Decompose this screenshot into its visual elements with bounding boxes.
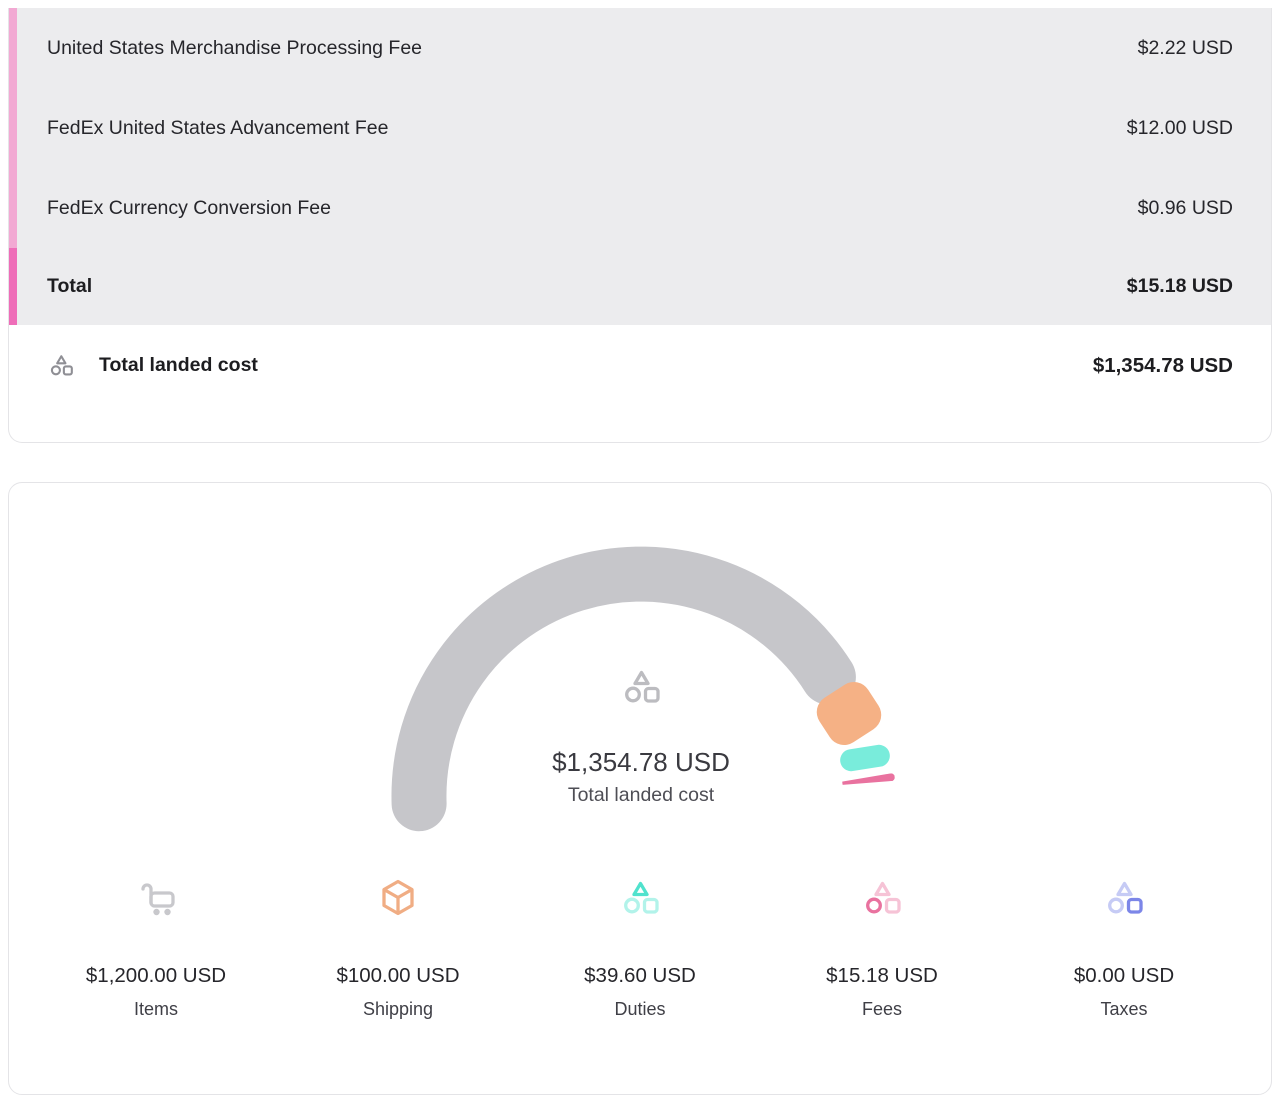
legend-item-items: $1,200.00 USD Items [35, 876, 277, 1022]
fee-total-value: $15.18 USD [1127, 275, 1233, 298]
legend-label: Duties [614, 996, 665, 1022]
fee-breakdown-card: United States Merchandise Processing Fee… [8, 8, 1272, 443]
fee-total-label: Total [47, 275, 92, 298]
legend-value: $1,200.00 USD [86, 962, 226, 990]
shapes-circle-icon [860, 876, 904, 920]
shapes-square-icon [1102, 876, 1146, 920]
legend-item-fees: $15.18 USD Fees [761, 876, 1003, 1022]
fee-total-row: Total $15.18 USD [9, 248, 1271, 325]
cart-icon [134, 876, 178, 920]
gauge-chart: $1,354.78 USD Total landed cost [9, 483, 1273, 863]
fee-accent-bar-strong [9, 248, 17, 325]
total-landed-cost-row: Total landed cost $1,354.78 USD [9, 325, 1271, 442]
fee-accent-bar-light [9, 8, 17, 248]
page: United States Merchandise Processing Fee… [0, 0, 1280, 1106]
total-landed-cost-value: $1,354.78 USD [1093, 350, 1233, 381]
legend-item-shipping: $100.00 USD Shipping [277, 876, 519, 1022]
fee-value: $0.96 USD [1138, 197, 1233, 220]
legend-value: $100.00 USD [336, 962, 459, 990]
fee-label: FedEx Currency Conversion Fee [47, 197, 331, 220]
fee-label: United States Merchandise Processing Fee [47, 37, 422, 60]
gauge-center-label: Total landed cost [9, 783, 1273, 807]
fee-value: $2.22 USD [1138, 37, 1233, 60]
legend-value: $39.60 USD [584, 962, 696, 990]
gauge-legend: $1,200.00 USD Items $100.00 USD Shipping [35, 876, 1245, 1022]
legend-item-duties: $39.60 USD Duties [519, 876, 761, 1022]
shapes-triangle-icon [618, 876, 662, 920]
legend-label: Fees [862, 996, 902, 1022]
gauge-center-value: $1,354.78 USD [9, 747, 1273, 777]
fee-table: United States Merchandise Processing Fee… [9, 8, 1271, 325]
fee-value: $12.00 USD [1127, 117, 1233, 140]
legend-label: Taxes [1100, 996, 1147, 1022]
landed-cost-shapes-icon [619, 665, 663, 709]
table-row: United States Merchandise Processing Fee… [9, 8, 1271, 88]
fee-label: FedEx United States Advancement Fee [47, 117, 388, 140]
landed-cost-chart-card: $1,354.78 USD Total landed cost $1,200.0… [8, 482, 1272, 1095]
landed-cost-shapes-icon [47, 350, 75, 381]
legend-value: $15.18 USD [826, 962, 938, 990]
legend-item-taxes: $0.00 USD Taxes [1003, 876, 1245, 1022]
legend-label: Items [134, 996, 178, 1022]
package-icon [376, 876, 420, 920]
legend-label: Shipping [363, 996, 433, 1022]
legend-value: $0.00 USD [1074, 962, 1174, 990]
total-landed-cost-label: Total landed cost [99, 350, 258, 381]
table-row: FedEx Currency Conversion Fee $0.96 USD [9, 168, 1271, 248]
table-row: FedEx United States Advancement Fee $12.… [9, 88, 1271, 168]
